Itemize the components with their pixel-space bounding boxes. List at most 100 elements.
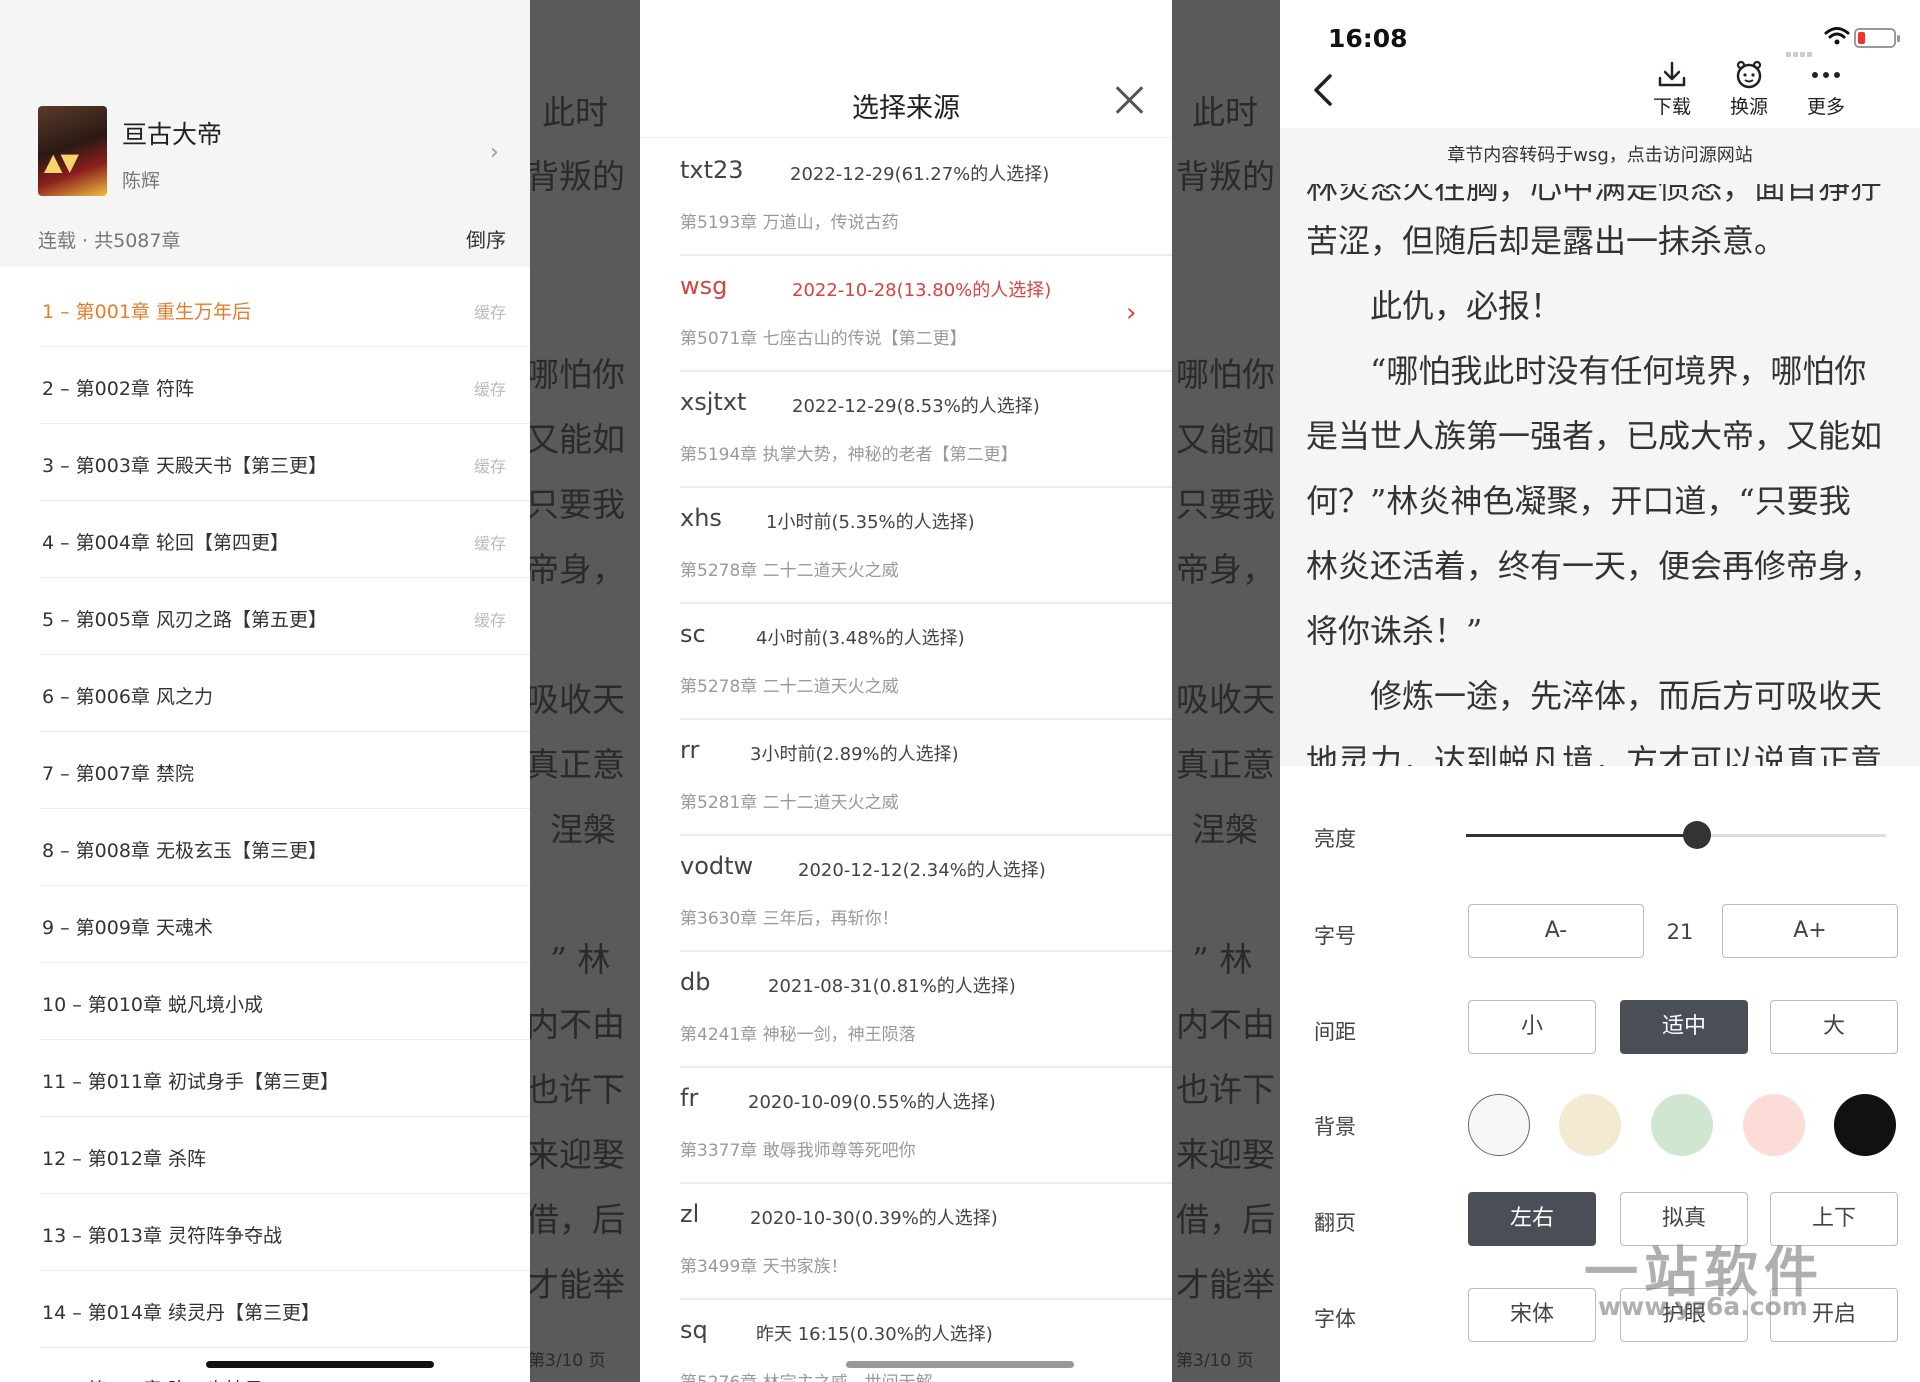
backdrop-text: 借，后 [1176,1200,1275,1239]
chapter-row[interactable]: 2 – 第002章 符阵 缓存 [0,347,530,424]
chapter-row[interactable]: 9 – 第009章 天魂术 [0,886,530,963]
source-row[interactable]: vodtw 2020-12-12(2.34%的人选择) 第3630章 三年后，再斩你… [640,836,1172,952]
chapter-row[interactable]: 11 – 第011章 初试身手【第三更】 [0,1040,530,1117]
background-swatch-pink[interactable] [1743,1094,1805,1156]
source-meta: 2022-12-29(8.53%的人选择) [792,396,1040,417]
chapter-row[interactable]: 1 – 第001章 重生万年后 缓存 [0,270,530,347]
chapter-row[interactable]: 5 – 第005章 风刃之路【第五更】 缓存 [0,578,530,655]
source-row[interactable]: wsg 2022-10-28(13.80%的人选择) 第5071章 七座古山的传说【… [640,256,1172,372]
source-list: txt23 2022-12-29(61.27%的人选择) 第5193章 万道山，传说… [640,140,1172,1382]
source-row[interactable]: xsjtxt 2022-12-29(8.53%的人选择) 第5194章 执掌大势，神… [640,372,1172,488]
sort-button[interactable]: 倒序 [466,224,506,253]
reading-content[interactable]: 林炎怒火在胸，心中满是愤怒，面目狰狞 苦涩，但随后却是露出一抹杀意。 此仇，必报… [1280,184,1920,766]
source-meta: 2020-10-30(0.39%的人选择) [750,1208,998,1229]
source-row[interactable]: fr 2020-10-09(0.55%的人选择) 第3377章 敢辱我师尊等死吧你 [640,1068,1172,1184]
book-title: 亘古大帝 [122,120,223,149]
source-row[interactable]: zl 2020-10-30(0.39%的人选择) 第3499章 天书家族！ [640,1184,1172,1300]
close-icon[interactable] [1112,82,1148,118]
source-meta: 2022-12-29(61.27%的人选择) [790,164,1050,185]
page-turn-label: 翻页 [1314,1211,1356,1235]
chapter-title: 14 – 第014章 续灵丹【第三更】 [42,1302,321,1324]
backdrop-text: 内不由 [1176,1005,1275,1044]
chapter-row[interactable]: 14 – 第014章 续灵丹【第三更】 [0,1271,530,1348]
content-line: 何？”林炎神色凝聚，开口道，“只要我 [1306,482,1851,520]
background-swatch-black[interactable] [1834,1094,1896,1156]
backdrop-text: 真正意 [526,745,625,784]
background-swatch-white[interactable] [1468,1094,1530,1156]
home-indicator[interactable] [206,1361,434,1368]
source-meta: 昨天 16:15(0.30%的人选择) [756,1324,993,1345]
background-swatch-green[interactable] [1651,1094,1713,1156]
switch-source-icon [1736,60,1762,89]
spacing-large-button[interactable]: 大 [1770,1000,1898,1054]
backdrop-text: 内不由 [526,1005,625,1044]
source-row[interactable]: db 2021-08-31(0.81%的人选择) 第4241章 神秘一剑，神王陨落 [640,952,1172,1068]
source-name: sq [680,1316,708,1344]
source-name: xhs [680,504,722,532]
backdrop-text: 真正意 [1176,745,1275,784]
serial-status: 连载 · 共5087章 [38,230,181,252]
chapter-title: 5 – 第005章 风刃之路【第五更】 [42,609,327,631]
source-notice-link[interactable]: 章节内容转码于wsg，点击访问源网站 [1280,128,1920,184]
content-line: 是当世人族第一强者，已成大帝，又能如 [1306,417,1883,455]
background-swatch-cream[interactable] [1559,1094,1621,1156]
brightness-thumb[interactable] [1683,821,1711,849]
source-latest-chapter: 第5278章 二十二道天火之威 [680,561,899,581]
chapter-row[interactable]: 3 – 第003章 天殿天书【第三更】 缓存 [0,424,530,501]
source-row[interactable]: sc 4小时前(3.48%的人选择) 第5278章 二十二道天火之威 [640,604,1172,720]
back-arrow-icon[interactable] [1308,70,1338,110]
home-indicator[interactable] [846,1361,1074,1368]
reader-backdrop[interactable]: 此时 背叛的 哪怕你 又能如 只要我 帝身， 吸收天 真正意 涅槃 ” 林 内不… [526,0,640,1382]
download-button[interactable]: 下载 [1642,60,1702,119]
backdrop-text: 哪怕你 [1176,355,1275,394]
source-row[interactable]: txt23 2022-12-29(61.27%的人选择) 第5193章 万道山，传说… [640,140,1172,256]
spacing-small-button[interactable]: 小 [1468,1000,1596,1054]
source-row[interactable]: sq 昨天 16:15(0.30%的人选择) 第5276章 林宗主之威，世间无解 [640,1300,1172,1382]
font-family-button[interactable]: 宋体 [1468,1288,1596,1342]
brightness-fill [1466,834,1697,837]
backdrop-text: 吸收天 [1176,680,1275,719]
chapter-row[interactable]: 12 – 第012章 杀阵 [0,1117,530,1194]
font-size-label: 字号 [1314,924,1356,948]
chapter-title: 8 – 第008章 无极玄玉【第三更】 [42,840,327,862]
font-decrease-button[interactable]: A- [1468,904,1644,958]
chapter-row[interactable]: 8 – 第008章 无极玄玉【第三更】 [0,809,530,886]
content-line: 地灵力，达到蜕凡境，方才可以说真正意 [1306,742,1883,766]
font-increase-button[interactable]: A+ [1722,904,1898,958]
chapter-row[interactable]: 13 – 第013章 灵符阵争夺战 [0,1194,530,1271]
backdrop-text: 借，后 [526,1200,625,1239]
source-name: txt23 [680,156,744,184]
source-row[interactable]: xhs 1小时前(5.35%的人选择) 第5278章 二十二道天火之威 [640,488,1172,604]
cache-badge: 缓存 [474,457,507,476]
backdrop-text: 来迎娶 [1176,1135,1275,1174]
chapter-title: 7 – 第007章 禁院 [42,763,194,785]
chapter-row[interactable]: 4 – 第004章 轮回【第四更】 缓存 [0,501,530,578]
source-name: sc [680,620,706,648]
backdrop-text: 此时 [1192,93,1258,132]
spacing-medium-button[interactable]: 适中 [1620,1000,1748,1054]
source-latest-chapter: 第3499章 天书家族！ [680,1257,848,1277]
chapter-title: 3 – 第003章 天殿天书【第三更】 [42,455,327,477]
source-row[interactable]: rr 3小时前(2.89%的人选择) 第5281章 二十二道天火之威 [640,720,1172,836]
chapter-drawer: ▲▼ 亘古大帝 陈辉 › 连载 · 共5087章 倒序 1 – 第001章 重生… [0,0,530,1382]
backdrop-text: 只要我 [1176,485,1275,524]
chapter-row[interactable]: 10 – 第010章 蜕凡境小成 [0,963,530,1040]
book-header[interactable]: ▲▼ 亘古大帝 陈辉 › 连载 · 共5087章 倒序 [0,0,530,267]
backdrop-text: ” 林 [1192,940,1253,979]
brightness-slider[interactable] [1466,821,1886,849]
backdrop-text: 背叛的 [526,157,625,196]
source-latest-chapter: 第5278章 二十二道天火之威 [680,677,899,697]
more-button[interactable]: 更多 [1796,60,1856,119]
wifi-icon [1824,27,1850,45]
source-latest-chapter: 第5193章 万道山，传说古药 [680,213,899,233]
page-turn-horizontal-button[interactable]: 左右 [1468,1192,1596,1246]
chapter-row[interactable]: 7 – 第007章 禁院 [0,732,530,809]
font-size-value: 21 [1666,920,1694,944]
backdrop-text: 才能举 [1176,1265,1275,1304]
chapter-row[interactable]: 6 – 第006章 风之力 [0,655,530,732]
source-latest-chapter: 第4241章 神秘一剑，神王陨落 [680,1025,916,1045]
source-latest-chapter: 第5281章 二十二道天火之威 [680,793,899,813]
switch-source-button[interactable]: 换源 [1719,60,1779,119]
backdrop-text: 又能如 [1176,420,1275,459]
source-name: rr [680,736,700,764]
